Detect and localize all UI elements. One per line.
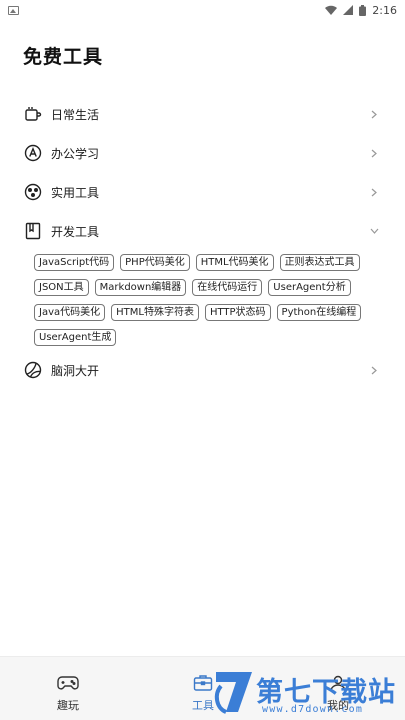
chevron-right-icon [369,109,379,119]
category-office-study[interactable]: 办公学习 [0,138,405,168]
dev-tools-list: JavaScript代码 PHP代码美化 HTML代码美化 正则表达式工具 JS… [34,254,374,346]
book-icon [24,222,42,240]
tool-tag-useragent-generate[interactable]: UserAgent生成 [34,329,117,346]
tool-tag-java-beautify[interactable]: Java代码美化 [34,304,106,321]
category-label: 实用工具 [51,185,100,200]
tool-tag-run-code[interactable]: 在线代码运行 [192,279,263,296]
page-title: 免费工具 [23,46,104,68]
tool-tag-http-status[interactable]: HTTP状态码 [204,304,271,321]
tool-tag-html-entities[interactable]: HTML特殊字符表 [111,304,199,321]
circle-a-icon [24,144,42,162]
tool-tag-python[interactable]: Python在线编程 [276,304,362,321]
watermark-logo-icon [214,672,252,714]
wifi-icon [325,5,338,15]
signal-icon [343,5,354,15]
status-bar: 2:16 [0,0,405,20]
category-label: 脑洞大开 [51,363,100,378]
nav-tab-play[interactable]: 趣玩 [46,657,90,720]
dots-circle-icon [24,183,42,201]
tool-tag-useragent-analyze[interactable]: UserAgent分析 [268,279,351,296]
cup-icon [24,105,42,123]
image-notification-icon [8,5,19,15]
tool-tag-php-beautify[interactable]: PHP代码美化 [120,254,190,271]
watermark-url: www.d7down.com [262,704,364,715]
nav-label: 趣玩 [57,699,79,712]
ball-icon [24,361,42,379]
category-label: 办公学习 [51,146,100,161]
chevron-right-icon [369,148,379,158]
gamepad-icon [57,673,79,693]
category-utilities[interactable]: 实用工具 [0,177,405,207]
status-time: 2:16 [372,3,397,17]
toolbox-icon [192,673,214,693]
category-label: 日常生活 [51,107,100,122]
tool-tag-regex[interactable]: 正则表达式工具 [279,254,360,271]
battery-icon [359,4,367,16]
watermark: 第七下载站 www.d7down.com [212,664,405,720]
tool-tag-javascript[interactable]: JavaScript代码 [34,254,115,271]
tool-tag-json[interactable]: JSON工具 [34,279,89,296]
tool-tag-markdown[interactable]: Markdown编辑器 [94,279,187,296]
category-dev-tools[interactable]: 开发工具 [0,216,405,246]
tool-tag-html-beautify[interactable]: HTML代码美化 [195,254,274,271]
category-label: 开发工具 [51,224,100,239]
category-daily-life[interactable]: 日常生活 [0,99,405,129]
chevron-right-icon [369,365,379,375]
nav-label: 工具 [192,699,214,712]
category-brainstorm[interactable]: 脑洞大开 [0,355,405,385]
chevron-down-icon [369,226,379,236]
chevron-right-icon [369,187,379,197]
